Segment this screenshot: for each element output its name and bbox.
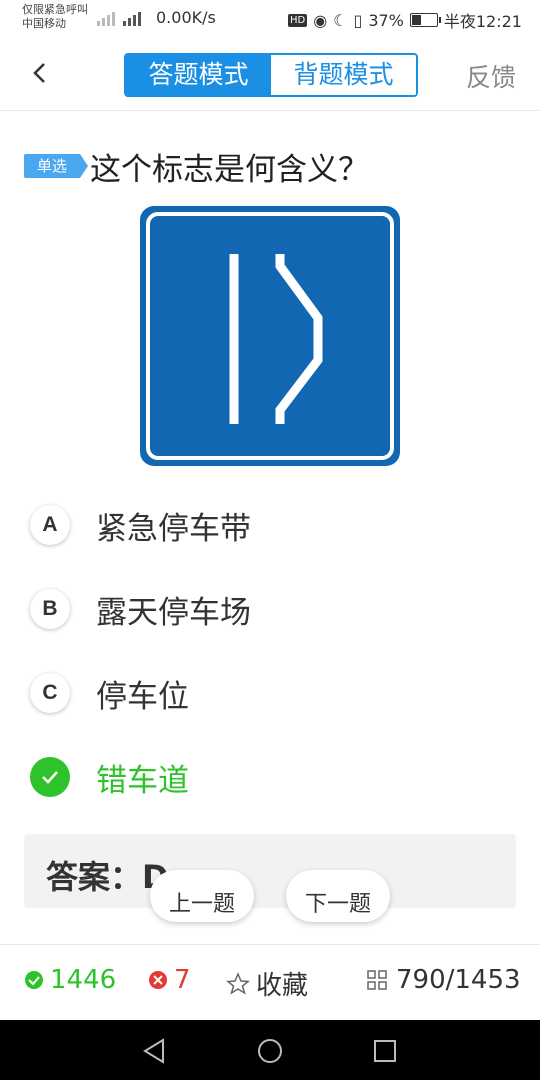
correct-number: 1446: [50, 965, 117, 995]
vibrate-icon: ▯: [353, 10, 363, 30]
option-letter: C: [30, 673, 70, 713]
progress-button[interactable]: 790/1453: [366, 965, 521, 995]
question-text: 这个标志是何含义？: [90, 152, 369, 188]
correct-icon: [25, 971, 43, 989]
option-a[interactable]: A 紧急停车带: [30, 500, 510, 550]
carrier-emergency: 仅限紧急呼叫: [22, 3, 88, 16]
next-question-button[interactable]: 下一题: [286, 870, 390, 922]
option-label: 紧急停车带: [96, 510, 251, 547]
status-right: HD ◉ ☾ ▯ 37% 半夜12:21: [287, 8, 522, 32]
prev-label: 上一题: [168, 892, 235, 917]
option-letter: A: [30, 505, 70, 545]
wrong-number: 7: [174, 965, 191, 995]
check-icon: [30, 757, 70, 797]
option-label: 错车道: [96, 762, 189, 799]
star-icon: [226, 971, 250, 995]
wrong-icon: [149, 971, 167, 989]
carrier-name: 中国移动: [22, 17, 66, 30]
carrier-info: 仅限紧急呼叫 中国移动: [22, 3, 88, 31]
option-letter: B: [30, 589, 70, 629]
grid-icon: [367, 970, 387, 990]
wrong-count[interactable]: 7: [148, 965, 191, 995]
battery-icon: [409, 13, 441, 27]
clock: 半夜12:21: [443, 12, 522, 31]
correct-count[interactable]: 1446: [24, 965, 116, 995]
prev-question-button[interactable]: 上一题: [150, 870, 254, 922]
signal-icon: [97, 12, 141, 26]
traffic-sign-image: [140, 206, 400, 466]
moon-icon: ☾: [333, 10, 348, 30]
option-c[interactable]: C 停车位: [30, 668, 510, 718]
tab-memorize-mode[interactable]: 背题模式: [271, 55, 416, 95]
mode-switch: 答题模式 背题模式: [124, 53, 418, 97]
battery-percent: 37%: [368, 10, 404, 30]
option-label: 停车位: [96, 678, 189, 715]
tab-answer-mode[interactable]: 答题模式: [126, 55, 271, 95]
network-speed: 0.00K/s: [156, 8, 216, 27]
bottom-bar: 1446 7 收藏 790/1453: [0, 944, 540, 1021]
system-nav-bar: [0, 1020, 540, 1080]
eye-icon: ◉: [313, 10, 328, 30]
hd-badge: HD: [287, 13, 308, 27]
answer-box: 答案：D: [24, 834, 516, 908]
favorite-label: 收藏: [256, 971, 309, 1001]
nav-home-icon[interactable]: [255, 1036, 285, 1066]
next-label: 下一题: [304, 892, 371, 917]
header: 答题模式 背题模式 反馈: [0, 36, 540, 111]
feedback-button[interactable]: 反馈: [466, 58, 516, 94]
option-label: 露天停车场: [96, 594, 251, 631]
option-b[interactable]: B 露天停车场: [30, 584, 510, 634]
favorite-button[interactable]: 收藏: [226, 965, 308, 1002]
nav-recents-icon[interactable]: [370, 1036, 400, 1066]
status-bar: 仅限紧急呼叫 中国移动 0.00K/s HD ◉ ☾ ▯ 37% 半夜12:21: [0, 0, 540, 36]
question-type-badge: 单选: [24, 154, 88, 178]
nav-back-icon[interactable]: [140, 1036, 170, 1066]
back-icon[interactable]: [26, 58, 56, 88]
option-d[interactable]: 错车道: [30, 752, 510, 802]
progress-label: 790/1453: [396, 965, 521, 995]
